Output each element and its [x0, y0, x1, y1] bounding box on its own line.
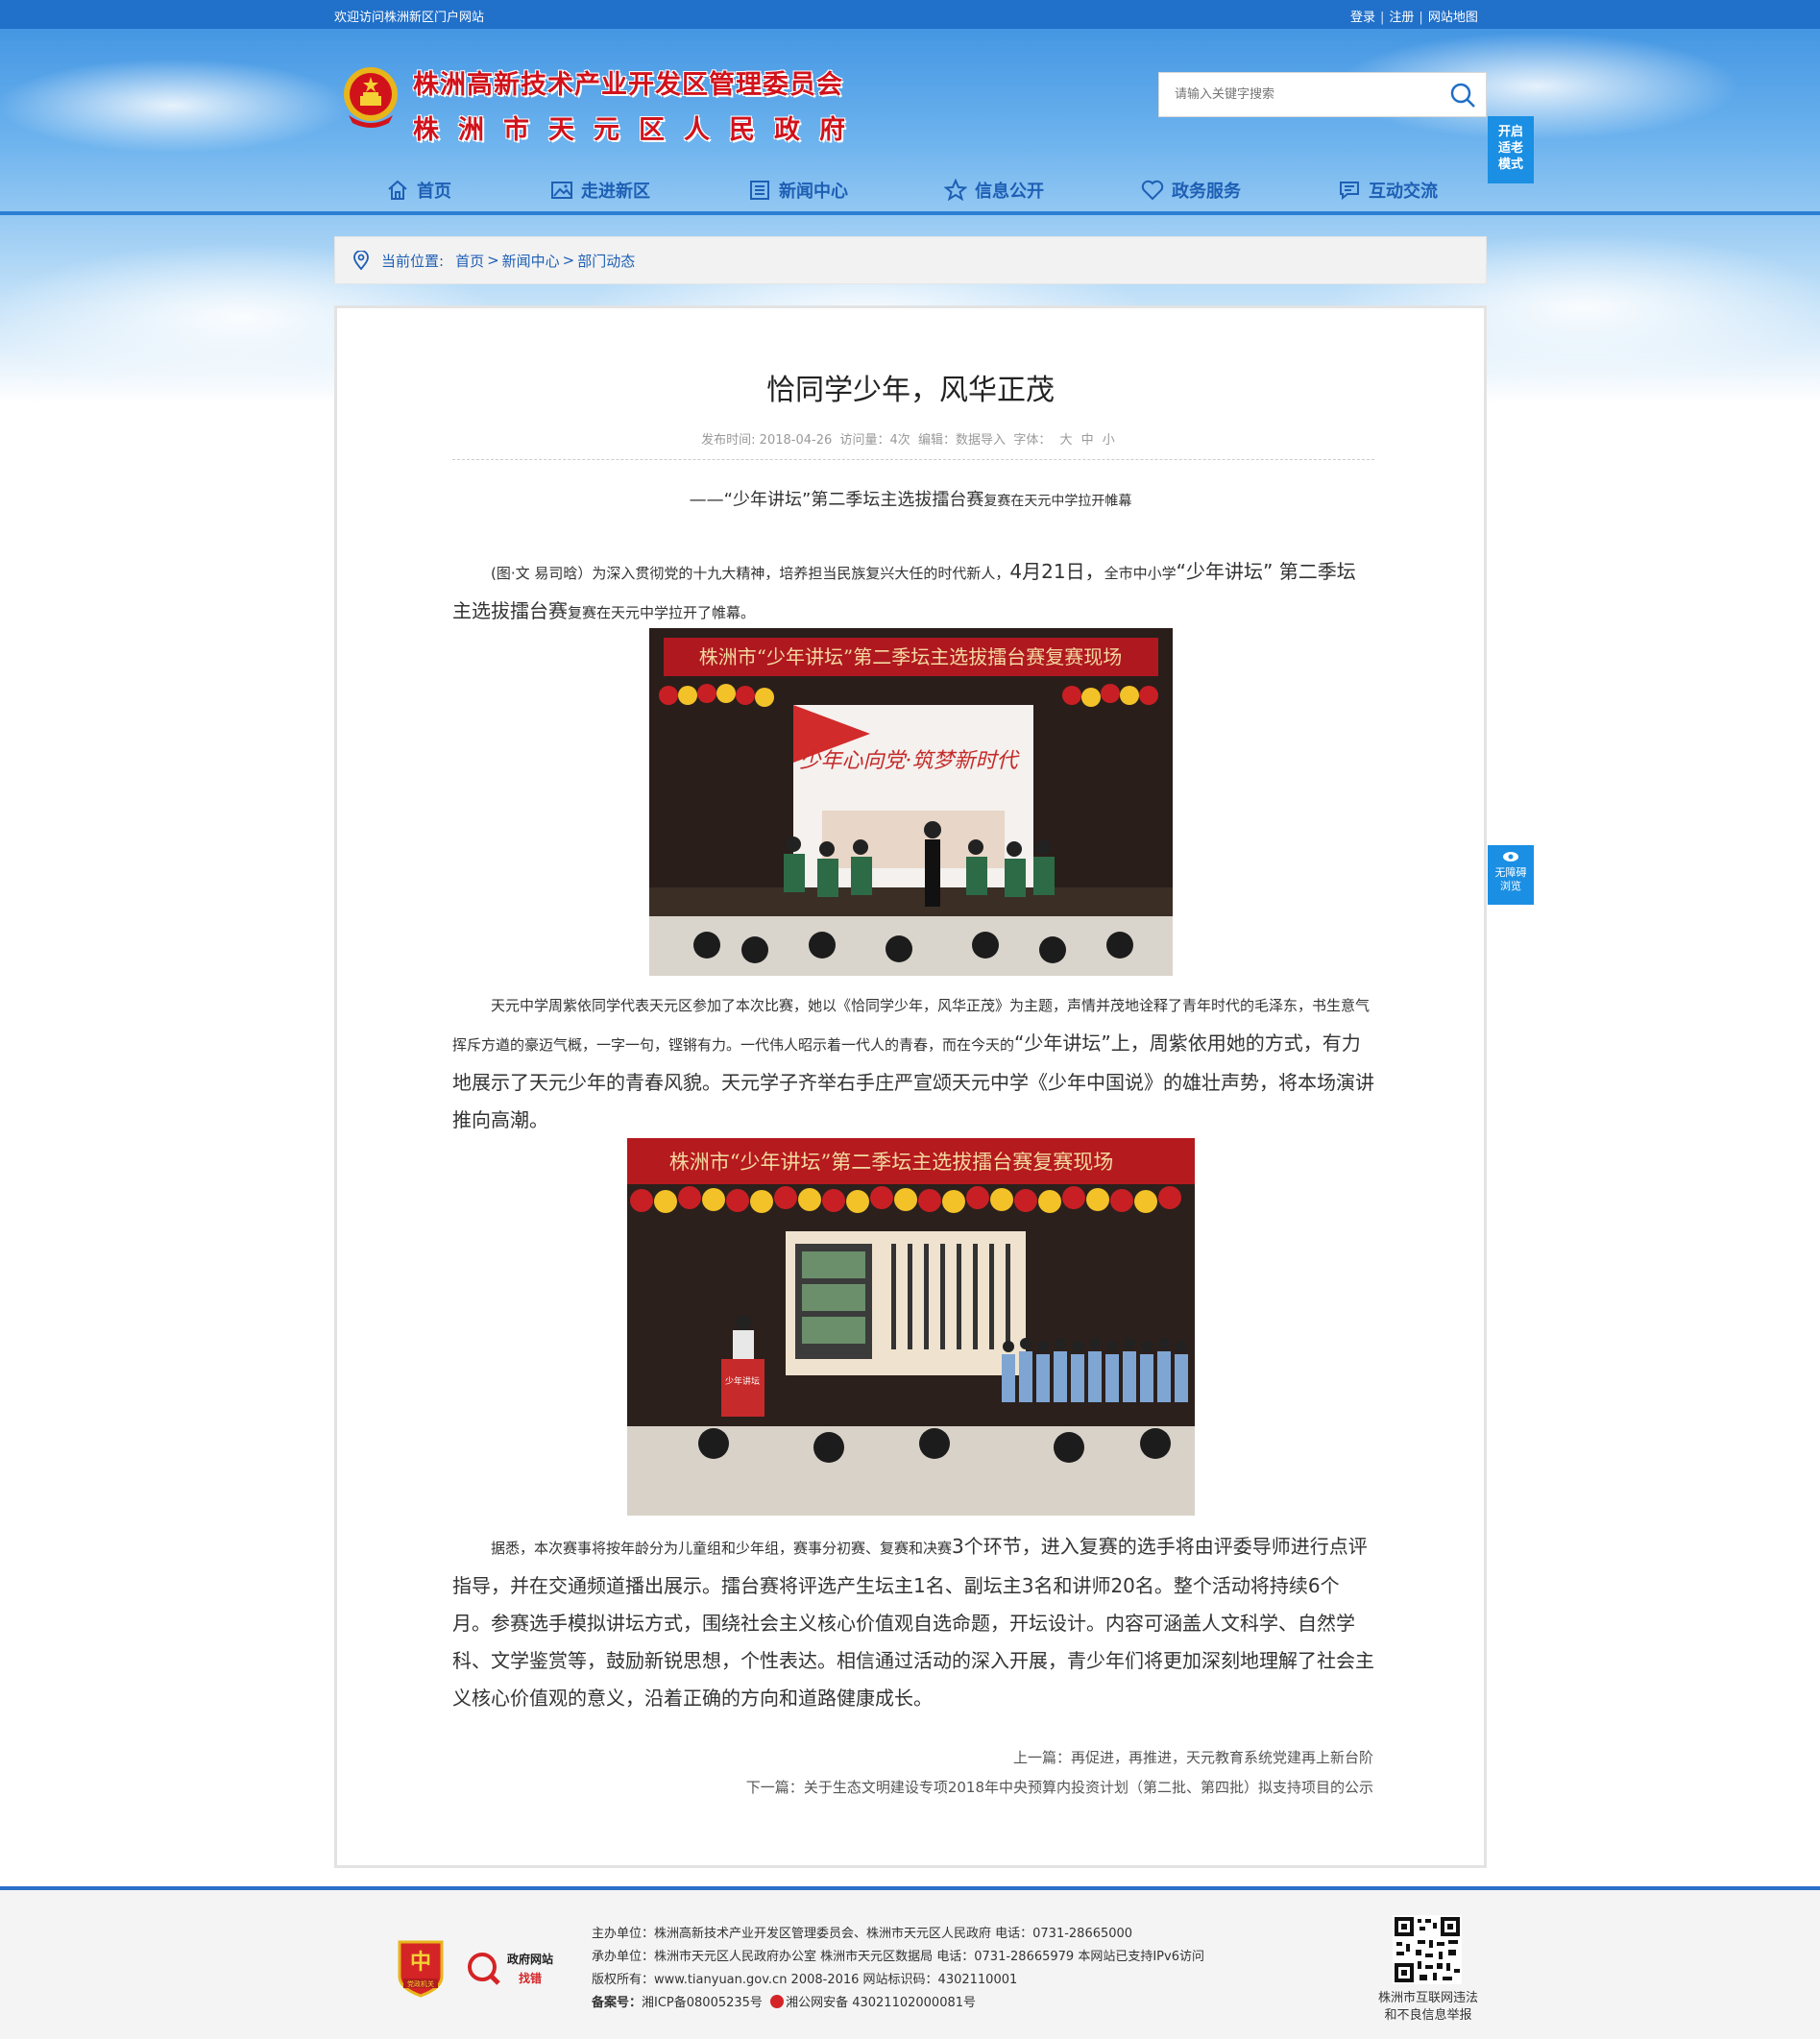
nav-item-news[interactable]: 新闻中心 — [748, 177, 848, 204]
welcome-text: 欢迎访问株洲新区门户网站 — [334, 11, 485, 25]
home-icon — [388, 180, 407, 200]
nav-item-interact[interactable]: 互动交流 — [1338, 177, 1438, 204]
picture-icon — [551, 182, 572, 199]
eye-icon — [1503, 852, 1518, 862]
site-title[interactable]: 株洲高新技术产业开发区管理委员会 株洲市天元区人民政府 — [413, 63, 864, 146]
prev-article-link[interactable]: 上一篇：再促进，再推进，天元教育系统党建再上新台阶 — [1013, 1747, 1373, 1767]
qr-code-icon — [1393, 1915, 1462, 1984]
svg-text:中: 中 — [410, 1950, 431, 1975]
article-subtitle: ——“少年讲坛”第二季坛主选拔擂台赛复赛在天元中学拉开帷幕 — [689, 490, 1132, 510]
footer-organizer: 承办单位：株洲市天元区人民政府办公室 株洲市天元区数据局 电话：0731-286… — [592, 1950, 1204, 1964]
party-gov-badge-icon[interactable]: 中 党政机关 — [396, 1938, 446, 1998]
stage-photo-1-image: 株洲市“少年讲坛”第二季坛主选拔擂台赛复赛现场 少年心向党·筑梦新时代 — [649, 628, 1173, 976]
next-article-link[interactable]: 下一篇：关于生态文明建设专项2018年中央预算内投资计划（第二批、第四批）拟支持… — [746, 1777, 1373, 1797]
photo2-banner: 株洲市“少年讲坛”第二季坛主选拔擂台赛复赛现场 — [669, 1151, 1113, 1174]
search-box — [1158, 72, 1487, 117]
national-emblem-icon[interactable] — [341, 63, 400, 131]
top-bar: 欢迎访问株洲新区门户网站 登录 | 注册 | 网站地图 — [0, 0, 1820, 29]
stage-photo-2-image: 株洲市“少年讲坛”第二季坛主选拔擂台赛复赛现场 少年讲坛 — [627, 1138, 1195, 1516]
font-size-label: 字体： — [1013, 433, 1052, 448]
svg-text:党政机关: 党政机关 — [407, 1979, 434, 1988]
breadcrumb-label: 当前位置: — [381, 252, 445, 270]
icp-link[interactable]: 湘ICP备08005235号 — [642, 1996, 763, 2010]
main-nav: 首页 走进新区 新闻中心 信息公开 政务服务 互动交流 — [0, 165, 1820, 215]
chat-icon — [1340, 182, 1359, 201]
gov-site-error-report-icon[interactable]: 政府网站 找错 — [467, 1948, 563, 1990]
footer: 中 党政机关 政府网站 找错 主办单位：株洲高新技术产业开发区管理委员会、株洲市… — [0, 1886, 1820, 2039]
article-title: 恰同学少年，风华正茂 — [766, 374, 1055, 407]
nav-item-info[interactable]: 信息公开 — [944, 177, 1044, 204]
search-icon[interactable] — [1449, 82, 1476, 109]
heart-icon — [1141, 180, 1164, 201]
footer-info: 主办单位：株洲高新技术产业开发区管理委员会、株洲市天元区人民政府 电话：0731… — [592, 1923, 1204, 2015]
photo1-screen: 少年心向党·筑梦新时代 — [800, 749, 1021, 773]
paragraph-1: (图·文 易司晗）为深入贯彻党的十九大精神，培养担当民族复兴大任的时代新人，4月… — [452, 560, 1356, 622]
svg-text:政府网站: 政府网站 — [507, 1952, 553, 1966]
newspaper-icon — [750, 181, 769, 200]
nav-item-services[interactable]: 政务服务 — [1141, 177, 1241, 204]
police-record-link[interactable]: 湘公网安备 43021102000081号 — [786, 1996, 976, 2010]
podium-label: 少年讲坛 — [725, 1375, 760, 1387]
breadcrumb-dept[interactable]: 部门动态 — [577, 251, 635, 271]
footer-host: 主办单位：株洲高新技术产业开发区管理委员会、株洲市天元区人民政府 电话：0731… — [592, 1927, 1133, 1941]
nav-underline — [0, 211, 1820, 215]
paragraph-3: 据悉，本次赛事将按年龄分为儿童组和少年组，赛事分初赛、复赛和决赛3个环节，进入复… — [452, 1535, 1374, 1710]
breadcrumb-news[interactable]: 新闻中心 — [502, 251, 560, 271]
nav-item-home[interactable]: 首页 — [386, 177, 451, 204]
article-meta: 发布时间: 2018-04-26 访问量：4次 编辑：数据导入 字体： 大 中 … — [337, 429, 1484, 448]
footer-copyright: 版权所有：www.tianyuan.gov.cn 2008-2016 网站标识码… — [592, 1973, 1018, 1987]
top-links: 登录 | 注册 | 网站地图 — [1350, 11, 1478, 25]
login-link[interactable]: 登录 — [1350, 11, 1375, 25]
qr-caption: 株洲市互联网违法 和不良信息举报 — [1377, 1991, 1478, 2023]
article-container: 恰同学少年，风华正茂 发布时间: 2018-04-26 访问量：4次 编辑：数据… — [334, 305, 1487, 1868]
footer-record: 备案号：湘ICP备08005235号 湘公网安备 43021102000081号 — [592, 1995, 977, 2010]
search-input[interactable] — [1159, 73, 1428, 116]
site-title-line1: 株洲高新技术产业开发区管理委员会 — [413, 70, 843, 100]
font-medium-button[interactable]: 中 — [1081, 433, 1094, 448]
police-badge-icon — [770, 1995, 785, 2008]
sitemap-link[interactable]: 网站地图 — [1428, 11, 1478, 25]
photo1-banner: 株洲市“少年讲坛”第二季坛主选拔擂台赛复赛现场 — [699, 645, 1122, 668]
paragraph-2: 天元中学周紫依同学代表天元区参加了本次比赛，她以《恰同学少年，风华正茂》为主题，… — [452, 997, 1374, 1131]
breadcrumb: 当前位置: 首页 > 新闻中心 > 部门动态 — [334, 236, 1487, 284]
font-small-button[interactable]: 小 — [1103, 433, 1115, 448]
article-photo-1: 株洲市“少年讲坛”第二季坛主选拔擂台赛复赛现场 少年心向党·筑梦新时代 — [649, 628, 1173, 976]
nav-item-about[interactable]: 走进新区 — [550, 177, 650, 204]
location-pin-icon — [353, 251, 369, 270]
breadcrumb-home[interactable]: 首页 — [455, 251, 484, 271]
divider — [452, 459, 1374, 460]
font-large-button[interactable]: 大 — [1059, 433, 1072, 448]
svg-text:找错: 找错 — [519, 1971, 542, 1985]
accessibility-button[interactable]: 无障碍 浏览 — [1488, 845, 1534, 905]
view-count: 访问量：4次 — [839, 433, 910, 448]
site-title-line2: 株洲市天元区人民政府 — [413, 115, 864, 145]
publish-date: 发布时间: 2018-04-26 — [701, 433, 833, 448]
editor: 编辑：数据导入 — [918, 433, 1007, 448]
register-link[interactable]: 注册 — [1389, 11, 1414, 25]
article-photo-2: 株洲市“少年讲坛”第二季坛主选拔擂台赛复赛现场 少年讲坛 — [627, 1138, 1195, 1516]
star-icon — [944, 179, 967, 202]
